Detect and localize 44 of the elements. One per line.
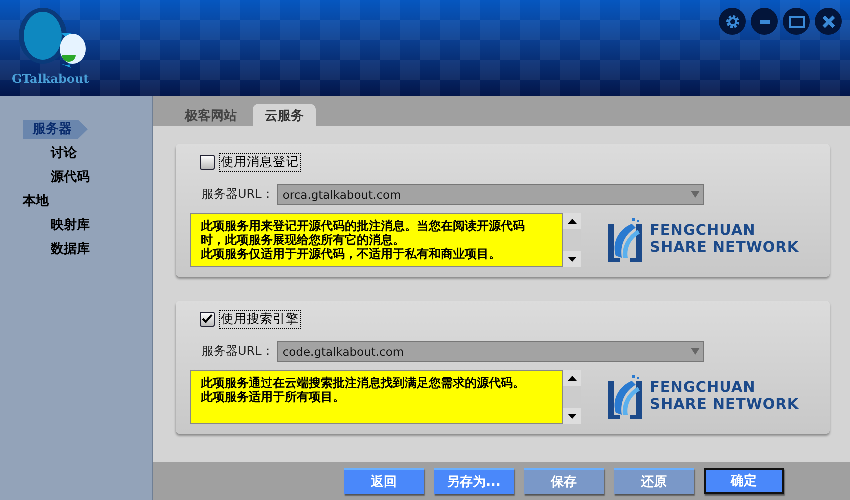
maximize-icon [788,16,804,28]
close-button[interactable] [815,8,842,35]
maximize-button[interactable] [783,8,810,35]
description-text: 此项服务用来登记开源代码的批注消息。当您在阅读开源代码时，此项服务展现给您所有它的消息。 此项服务仅适用于开源代码，不适用于私有和商业项目。 [190,213,563,267]
sidebar-item[interactable]: 映射库 [51,216,90,235]
sidebar-item[interactable]: 讨论 [51,144,77,163]
url-label: 服务器URL： [202,186,274,203]
sidebar-item[interactable]: 本地 [23,192,49,211]
checkbox-label[interactable]: 使用消息登记 [219,152,301,172]
brand-logo-text: FENGCHUAN [650,380,757,397]
close-icon [822,14,836,28]
scroll-down-button[interactable] [563,408,581,424]
settings-icon [724,14,740,30]
url-dropdown[interactable]: orca.gtalkabout.com [276,184,704,205]
scrollbar[interactable] [563,213,581,267]
minimize-icon [760,20,770,24]
scroll-down-button[interactable] [563,251,581,267]
minimize-button[interactable] [751,8,778,35]
brand-logo-text: SHARE NETWORK [650,397,800,414]
down-arrow-icon [568,414,576,418]
brand-logo-text: FENGCHUAN [650,223,757,240]
settings-button[interactable] [719,8,746,35]
tab[interactable]: 极客网站 [173,104,249,126]
description-text: 此项服务通过在云端搜索批注消息找到满足您需求的源代码。 此项服务适用于所有项目。 [190,370,563,424]
url-dropdown[interactable]: code.gtalkabout.com [276,341,704,362]
url-label: 服务器URL： [202,343,274,360]
checkbox[interactable] [200,312,215,326]
scroll-up-button[interactable] [563,370,581,386]
checkbox-label[interactable]: 使用搜索引擎 [219,310,301,328]
brand-logo-text: SHARE NETWORK [650,240,800,257]
checkbox[interactable] [200,154,215,170]
up-arrow-icon [568,376,576,380]
sidebar-item[interactable]: 源代码 [51,168,90,187]
scroll-up-button[interactable] [563,213,581,229]
sidebar-item[interactable]: 数据库 [51,240,90,259]
up-arrow-icon [568,218,576,224]
down-arrow-icon [568,256,576,262]
tab[interactable]: 云服务 [253,104,316,126]
dropdown-arrow-icon [690,348,700,355]
app-name: GTalkabout [12,72,90,86]
dropdown-arrow-icon [690,191,700,198]
brand-logo-icon [606,216,644,264]
brand-logo-icon [606,373,644,421]
scrollbar[interactable] [563,370,581,424]
